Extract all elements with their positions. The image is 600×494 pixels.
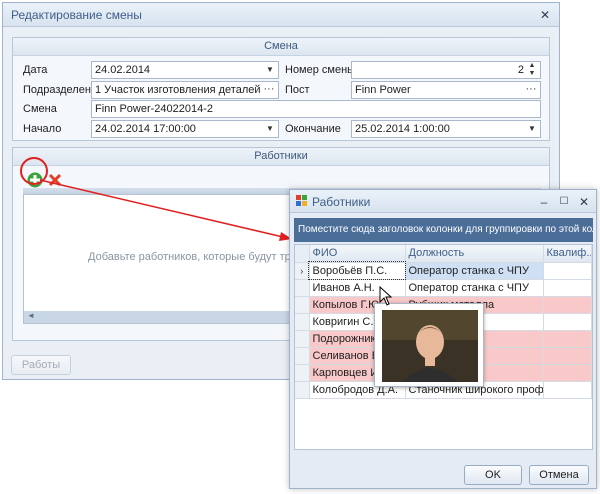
post-field[interactable]: Finn Power ··· <box>351 81 541 99</box>
spin-updown-icon[interactable]: ▲ ▼ <box>526 62 538 78</box>
column-header-qualification[interactable]: Квалиф... <box>543 245 592 263</box>
department-field[interactable]: 1 Участок изготовления деталей ··· <box>91 81 279 99</box>
shift-value: Finn Power-24022014-2 <box>95 103 214 115</box>
post-value: Finn Power <box>355 84 411 96</box>
shift-label: Смена <box>23 103 57 115</box>
popup-title: Работники <box>312 195 371 209</box>
cell-qualification[interactable] <box>543 381 592 399</box>
cell-qualification[interactable] <box>543 347 592 365</box>
start-value: 24.02.2014 17:00:00 <box>95 123 196 135</box>
column-header-position[interactable]: Должность <box>405 245 544 263</box>
employee-photo-tooltip <box>374 303 484 387</box>
window-title: Редактирование смены <box>11 8 142 22</box>
grid-header-row: ФИО Должность Квалиф... <box>295 245 592 263</box>
shift-field[interactable]: Finn Power-24022014-2 <box>91 100 541 118</box>
cell-qualification[interactable] <box>543 330 592 348</box>
minimize-icon[interactable]: – <box>536 194 552 210</box>
department-value: 1 Участок изготовления деталей <box>95 84 261 96</box>
start-label: Начало <box>23 123 62 135</box>
shift-group: Смена Дата 24.02.2014 ▼ Номер смены 2 ▲ ▼… <box>12 37 550 141</box>
cell-qualification[interactable] <box>543 262 592 280</box>
row-indicator <box>295 381 310 399</box>
close-icon[interactable]: ✕ <box>576 194 592 210</box>
ok-button[interactable]: OK <box>464 465 522 485</box>
header-indicator <box>295 245 310 263</box>
row-indicator <box>295 296 310 314</box>
end-label: Окончание <box>285 123 341 135</box>
employee-photo <box>382 310 478 382</box>
shift-number-value: 2 <box>517 64 524 76</box>
cell-position[interactable]: Оператор станка с ЧПУ <box>405 279 544 297</box>
ellipsis-button-icon[interactable]: ··· <box>262 82 276 97</box>
dropdown-arrow-icon[interactable]: ▼ <box>264 62 276 78</box>
ellipsis-button-icon[interactable]: ··· <box>524 82 538 97</box>
date-value: 24.02.2014 <box>95 64 151 76</box>
shift-group-header: Смена <box>13 38 549 56</box>
cell-qualification[interactable] <box>543 313 592 331</box>
start-field[interactable]: 24.02.2014 17:00:00 ▼ <box>91 120 279 138</box>
post-label: Пост <box>285 84 310 96</box>
popup-titlebar: Работники – ☐ ✕ <box>290 190 596 213</box>
table-row[interactable]: › Воробьёв П.С. Оператор станка с ЧПУ <box>295 261 592 280</box>
row-indicator <box>295 330 310 348</box>
scroll-left-icon[interactable]: ◄ <box>27 311 35 320</box>
row-indicator <box>295 279 310 297</box>
end-value: 25.02.2014 1:00:00 <box>355 123 450 135</box>
group-by-panel[interactable]: Поместите сюда заголовок колонки для гру… <box>294 218 593 242</box>
cell-qualification[interactable] <box>543 279 592 297</box>
app-icon <box>296 195 307 206</box>
workers-popup: Работники – ☐ ✕ Поместите сюда заголовок… <box>289 189 597 489</box>
cell-qualification[interactable] <box>543 364 592 382</box>
cell-qualification[interactable] <box>543 296 592 314</box>
mouse-cursor-icon <box>379 286 393 306</box>
shift-number-label: Номер смены <box>285 64 356 76</box>
close-icon[interactable]: ✕ <box>537 7 553 23</box>
group-by-hint: Поместите сюда заголовок колонки для гру… <box>298 224 593 235</box>
row-indicator <box>295 347 310 365</box>
cancel-button[interactable]: Отмена <box>529 465 589 485</box>
maximize-icon[interactable]: ☐ <box>556 194 572 210</box>
table-row[interactable]: Иванов А.Н. Оператор станка с ЧПУ <box>295 279 592 297</box>
cell-position[interactable]: Оператор станка с ЧПУ <box>405 262 544 280</box>
edit-shift-titlebar: Редактирование смены ✕ <box>3 3 559 27</box>
dropdown-arrow-icon[interactable]: ▼ <box>264 121 276 137</box>
row-indicator <box>295 364 310 382</box>
date-label: Дата <box>23 64 48 76</box>
row-indicator <box>295 313 310 331</box>
works-button[interactable]: Работы <box>11 355 71 375</box>
current-row-indicator-icon: › <box>295 262 310 280</box>
shift-number-spinner[interactable]: 2 ▲ ▼ <box>351 61 541 79</box>
column-header-name[interactable]: ФИО <box>309 245 406 263</box>
date-field[interactable]: 24.02.2014 ▼ <box>91 61 279 79</box>
cell-name[interactable]: Воробьёв П.С. <box>308 261 406 280</box>
end-field[interactable]: 25.02.2014 1:00:00 ▼ <box>351 120 541 138</box>
dropdown-arrow-icon[interactable]: ▼ <box>526 121 538 137</box>
workers-group-header: Работники <box>13 148 549 166</box>
